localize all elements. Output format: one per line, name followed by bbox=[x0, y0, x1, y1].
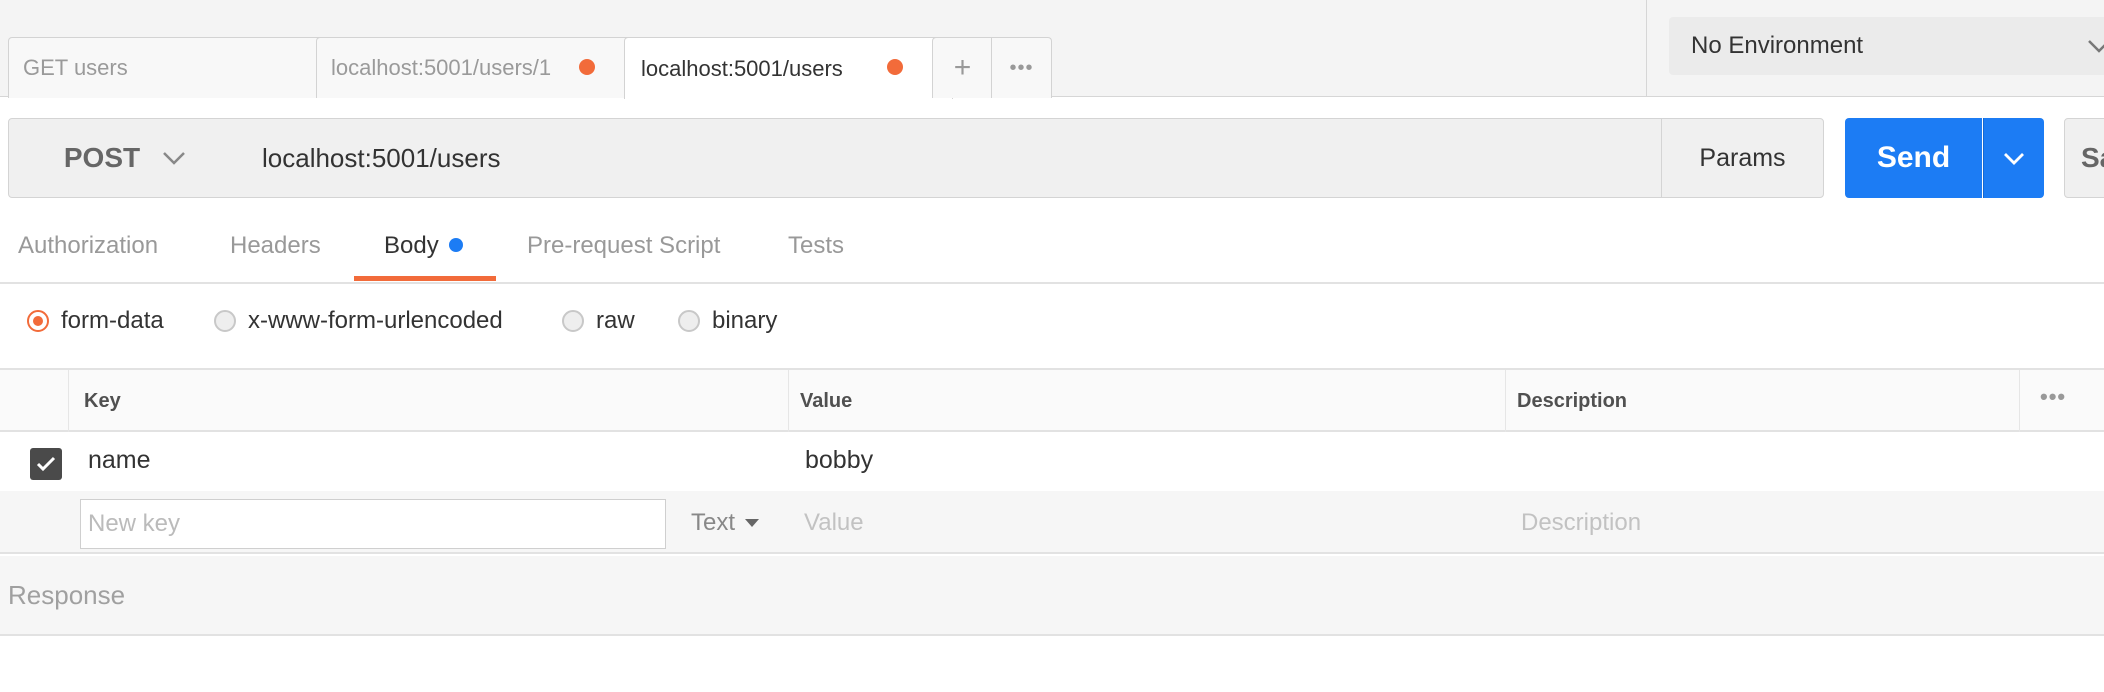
row-enabled-checkbox[interactable] bbox=[30, 448, 62, 480]
tab-label: localhost:5001/users/1 bbox=[331, 55, 552, 80]
new-row: Text Value Description bbox=[0, 491, 2104, 554]
tab-label: Headers bbox=[230, 232, 321, 259]
new-tab-button[interactable]: + bbox=[932, 37, 993, 98]
tab-label: localhost:5001/users bbox=[641, 55, 843, 81]
unsaved-dot-icon bbox=[887, 59, 903, 75]
chevron-down-icon bbox=[163, 152, 185, 165]
tab-more-button[interactable]: ••• bbox=[991, 37, 1052, 98]
radio-icon bbox=[562, 310, 584, 332]
radio-form-data[interactable]: form-data bbox=[27, 304, 164, 338]
radio-icon bbox=[678, 310, 700, 332]
url-input[interactable]: localhost:5001/users bbox=[241, 118, 1662, 198]
tab-label: Authorization bbox=[18, 232, 159, 259]
row-value[interactable]: bobby bbox=[805, 446, 873, 475]
url-text: localhost:5001/users bbox=[262, 142, 501, 173]
response-title: Response bbox=[8, 580, 126, 610]
send-options-button[interactable] bbox=[1983, 118, 2044, 198]
caret-down-icon bbox=[745, 519, 760, 527]
new-value-input[interactable]: Value bbox=[804, 509, 864, 537]
tab-label: Tests bbox=[788, 232, 845, 259]
tab-label: GET users bbox=[23, 55, 128, 80]
radio-raw[interactable]: raw bbox=[562, 304, 635, 338]
row-key[interactable]: name bbox=[88, 446, 151, 475]
radio-icon bbox=[214, 310, 236, 332]
radio-label: binary bbox=[712, 307, 778, 334]
send-label: Send bbox=[1876, 141, 1951, 174]
tab-label: Pre-request Script bbox=[527, 232, 721, 259]
checkmark-icon bbox=[36, 456, 56, 472]
ellipsis-icon: ••• bbox=[1009, 56, 1034, 79]
table-row: name bobby bbox=[0, 432, 2104, 491]
radio-selected-icon bbox=[27, 310, 49, 332]
environment-select[interactable]: No Environment bbox=[1669, 17, 2104, 75]
chevron-down-icon bbox=[2004, 152, 2024, 165]
tab-headers[interactable]: Headers bbox=[230, 232, 321, 282]
tab-authorization[interactable]: Authorization bbox=[18, 232, 158, 282]
radio-x-www-form-urlencoded[interactable]: x-www-form-urlencoded bbox=[214, 304, 503, 338]
divider bbox=[0, 282, 2104, 284]
radio-label: form-data bbox=[61, 307, 164, 334]
active-tab-underline bbox=[354, 276, 496, 281]
request-tab-get-users[interactable]: GET users bbox=[8, 37, 338, 98]
params-label: Params bbox=[1699, 143, 1786, 172]
environment-area: No Environment bbox=[1646, 0, 2104, 97]
send-button[interactable]: Send bbox=[1845, 118, 1982, 198]
request-tab-users-active[interactable]: localhost:5001/users bbox=[624, 37, 953, 99]
tab-label: Body bbox=[384, 232, 439, 259]
response-panel: Response bbox=[0, 556, 2104, 636]
value-type-label: Text bbox=[691, 509, 736, 536]
column-divider bbox=[2019, 370, 2020, 432]
save-button[interactable]: Sa bbox=[2064, 118, 2104, 198]
request-tab-strip: GET users localhost:5001/users/1 localho… bbox=[0, 0, 1646, 99]
column-divider bbox=[68, 370, 69, 432]
params-button[interactable]: Params bbox=[1661, 118, 1824, 198]
column-divider bbox=[788, 370, 789, 432]
new-description-input[interactable]: Description bbox=[1521, 509, 1641, 537]
chevron-down-icon bbox=[2088, 40, 2104, 53]
column-header-key: Key bbox=[84, 390, 121, 412]
method-select[interactable]: POST bbox=[8, 118, 242, 198]
radio-binary[interactable]: binary bbox=[678, 304, 777, 338]
radio-label: raw bbox=[596, 307, 635, 334]
table-more-icon[interactable]: ••• bbox=[2040, 384, 2066, 410]
method-label: POST bbox=[63, 142, 141, 173]
column-divider bbox=[1505, 370, 1506, 432]
environment-label: No Environment bbox=[1691, 32, 1864, 59]
unsaved-dot-icon bbox=[579, 59, 595, 75]
new-key-input[interactable] bbox=[80, 499, 666, 549]
tab-pre-request-script[interactable]: Pre-request Script bbox=[527, 232, 720, 282]
column-header-description: Description bbox=[1517, 390, 1628, 412]
column-header-value: Value bbox=[800, 390, 853, 412]
tab-body[interactable]: Body bbox=[384, 232, 463, 282]
radio-label: x-www-form-urlencoded bbox=[248, 307, 503, 334]
body-indicator-dot-icon bbox=[448, 237, 463, 252]
save-label: Sa bbox=[2081, 142, 2104, 173]
table-header: Key Value Description ••• bbox=[0, 370, 2104, 432]
value-type-select[interactable]: Text bbox=[691, 509, 760, 537]
plus-icon: + bbox=[953, 51, 972, 84]
tab-tests[interactable]: Tests bbox=[788, 232, 844, 282]
